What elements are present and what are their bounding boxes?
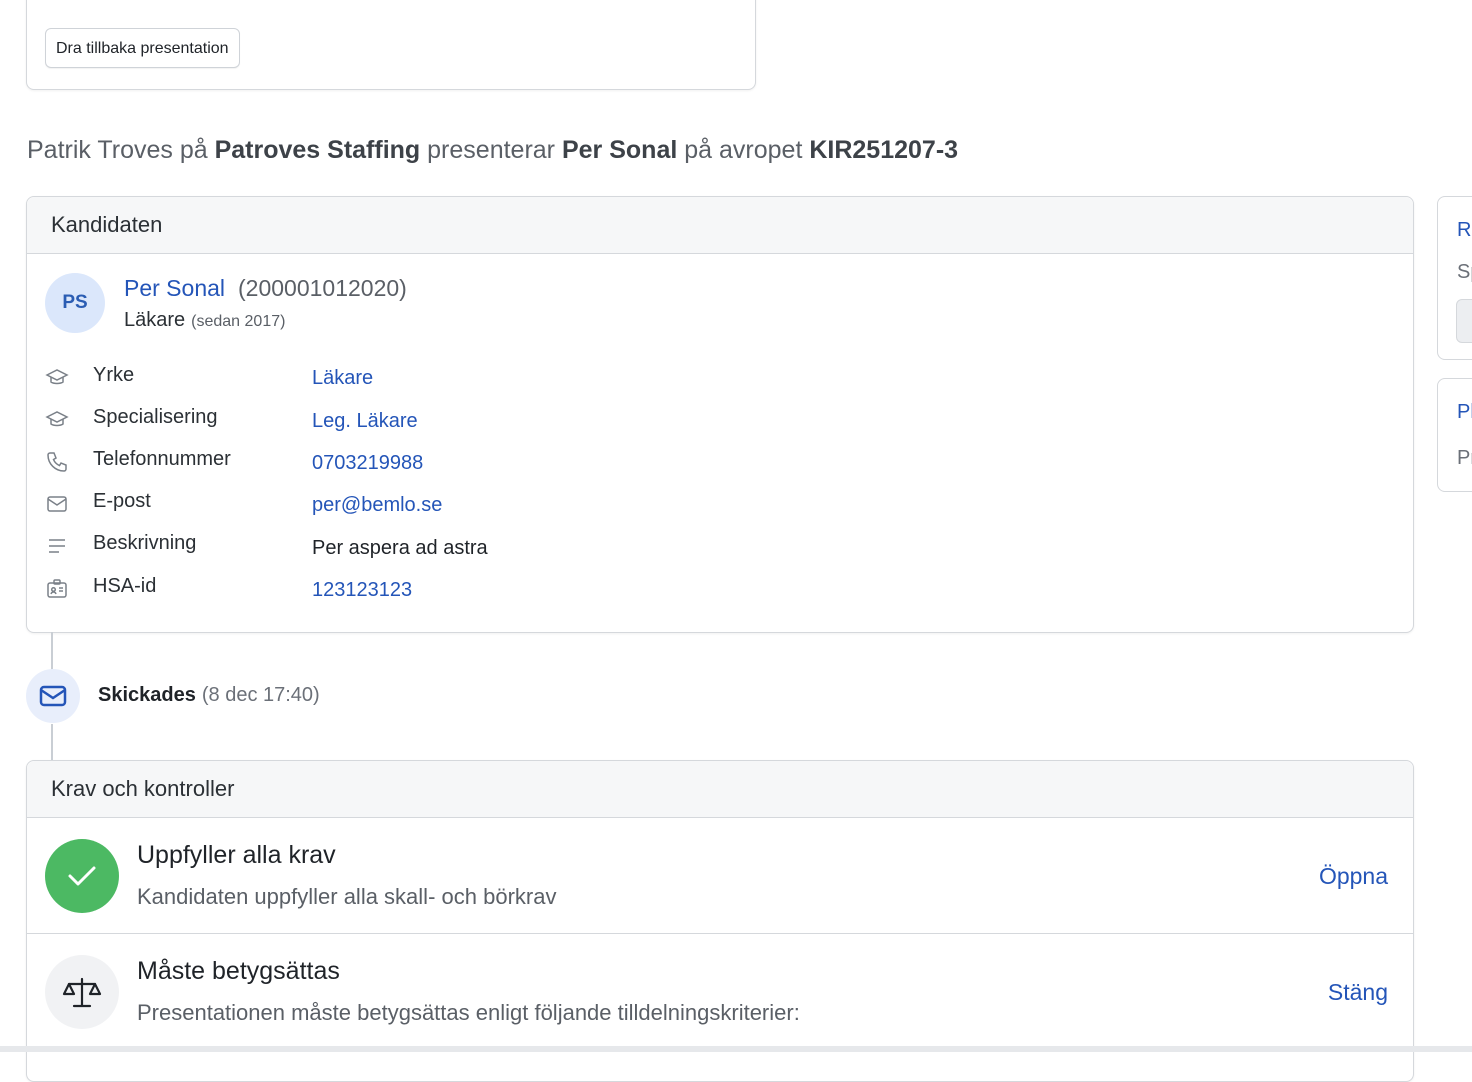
row-label-beskrivning: Beskrivning: [93, 532, 197, 554]
timeline-line: [51, 724, 53, 761]
text-lines-icon: [49, 539, 65, 553]
requirement-item-grading: Måste betygsättas Presentationen måste b…: [27, 933, 1413, 1049]
candidate-card-title: Kandidaten: [27, 197, 1413, 254]
order-id: KIR251207-3: [809, 136, 959, 164]
requirement-title: Måste betygsättas: [137, 957, 340, 985]
close-requirement-button[interactable]: Stäng: [1328, 979, 1388, 1006]
row-value-yrke[interactable]: Läkare: [312, 367, 373, 390]
candidate-name-headline: Per Sonal: [561, 136, 678, 164]
row-value-hsa-id[interactable]: 123123123: [312, 579, 412, 602]
requirement-description: Presentationen måste betygsättas enligt …: [137, 1000, 800, 1025]
timeline-line: [51, 632, 53, 670]
sender-name: Patrik Troves: [27, 136, 173, 164]
side-card-button[interactable]: [1456, 299, 1472, 343]
presentation-headline: Patrik Troves på Patroves Staffing prese…: [27, 136, 959, 164]
id-card-icon: [47, 579, 67, 598]
candidate-name-link[interactable]: Per Sonal: [124, 275, 225, 302]
bottom-divider: [0, 1046, 1472, 1052]
row-label-telefonnummer: Telefonnummer: [93, 448, 231, 470]
open-requirement-button[interactable]: Öppna: [1319, 863, 1388, 890]
row-value-telefonnummer[interactable]: 0703219988: [312, 452, 423, 475]
sent-time: (8 dec 17:40): [201, 684, 320, 706]
avatar: PS: [45, 273, 105, 333]
phone-icon: [47, 452, 67, 472]
side-card-title: R: [1457, 219, 1472, 241]
mail-icon: [39, 685, 67, 707]
sent-status: Skickades (8 dec 17:40): [98, 684, 320, 707]
side-card-title: Pl: [1457, 401, 1472, 423]
requirement-title: Uppfyller alla krav: [137, 841, 336, 869]
requirement-item-fulfilled: Uppfyller alla krav Kandidaten uppfyller…: [27, 818, 1413, 933]
requirements-card: Krav och kontroller Uppfyller alla krav …: [26, 760, 1414, 1082]
mail-icon: [47, 496, 67, 512]
row-label-epost: E-post: [93, 490, 151, 512]
side-card-text: Pr: [1457, 447, 1472, 469]
row-value-specialisering[interactable]: Leg. Läkare: [312, 410, 418, 433]
requirement-description: Kandidaten uppfyller alla skall- och bör…: [137, 884, 557, 909]
side-card-2: Pl Pr: [1437, 378, 1472, 492]
sent-label: Skickades: [98, 684, 196, 706]
role-since: (sedan 2017): [191, 313, 286, 330]
row-label-specialisering: Specialisering: [93, 406, 218, 428]
scale-icon: [45, 955, 119, 1029]
side-card-1: R Sp: [1437, 196, 1472, 360]
row-value-epost[interactable]: per@bemlo.se: [312, 494, 442, 517]
check-icon: [45, 839, 119, 913]
personal-number: (200001012020): [238, 275, 407, 301]
top-card: Dra tillbaka presentation: [26, 0, 756, 90]
row-label-hsa-id: HSA-id: [93, 575, 157, 597]
requirements-card-title: Krav och kontroller: [27, 761, 1413, 818]
sent-status-icon: [26, 669, 80, 723]
side-card-text: Sp: [1457, 261, 1472, 283]
row-label-yrke: Yrke: [93, 364, 135, 386]
candidate-card: Kandidaten PS Per Sonal (200001012020) L…: [26, 196, 1414, 633]
candidate-role: Läkare (sedan 2017): [124, 309, 286, 331]
row-value-beskrivning: Per aspera ad astra: [312, 537, 488, 559]
graduation-cap-icon: [45, 369, 69, 385]
graduation-cap-icon: [45, 411, 69, 427]
agency-name: Patroves Staffing: [214, 136, 421, 164]
retract-presentation-button[interactable]: Dra tillbaka presentation: [45, 28, 240, 68]
